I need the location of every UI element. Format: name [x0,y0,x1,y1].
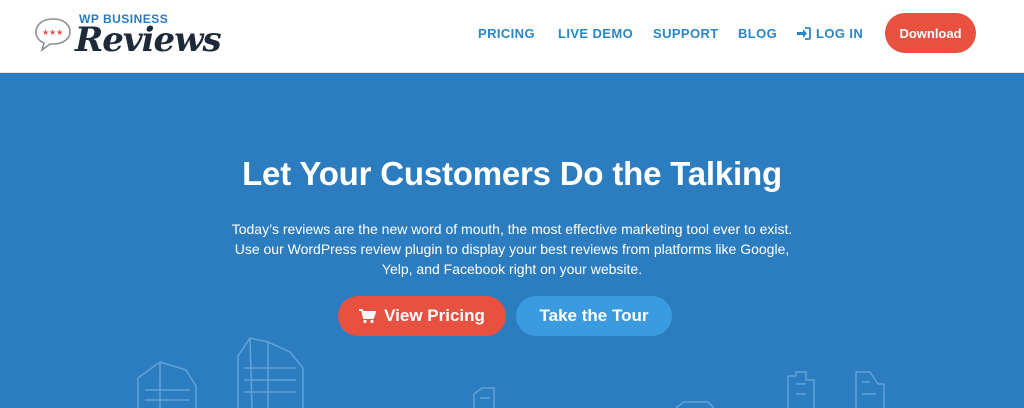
hero-description-line: Yelp, and Facebook right on your website… [381,261,643,277]
logo-main-text: Reviews [75,20,222,60]
speech-bubble-stars-icon: ★ ★ ★ [35,18,71,52]
hero-description-line: Use our WordPress review plugin to displ… [234,241,790,257]
city-skyline-illustration [137,337,885,408]
shopping-cart-icon [359,308,377,323]
sign-in-icon [797,27,811,40]
view-pricing-label: View Pricing [384,306,485,325]
logo[interactable]: ★ ★ ★ WP BUSINESS Reviews [33,10,222,60]
hero-description-line: Today’s reviews are the new word of mout… [231,221,793,237]
hero-section: Let Your Customers Do the Talking Today’… [0,73,1024,408]
download-button[interactable]: Download [885,13,976,53]
hero-description: Today’s reviews are the new word of mout… [212,219,812,279]
svg-text:★: ★ [56,28,63,37]
hero-title: Let Your Customers Do the Talking [242,155,782,192]
site-header: ★ ★ ★ WP BUSINESS Reviews PRICING LIVE D… [0,0,1024,73]
nav-live-demo[interactable]: LIVE DEMO [558,26,633,41]
nav-login-label: LOG IN [816,26,864,41]
nav-blog[interactable]: BLOG [738,26,777,41]
nav-support[interactable]: SUPPORT [653,26,719,41]
nav-login[interactable]: LOG IN [797,26,863,41]
nav-pricing[interactable]: PRICING [478,26,535,41]
